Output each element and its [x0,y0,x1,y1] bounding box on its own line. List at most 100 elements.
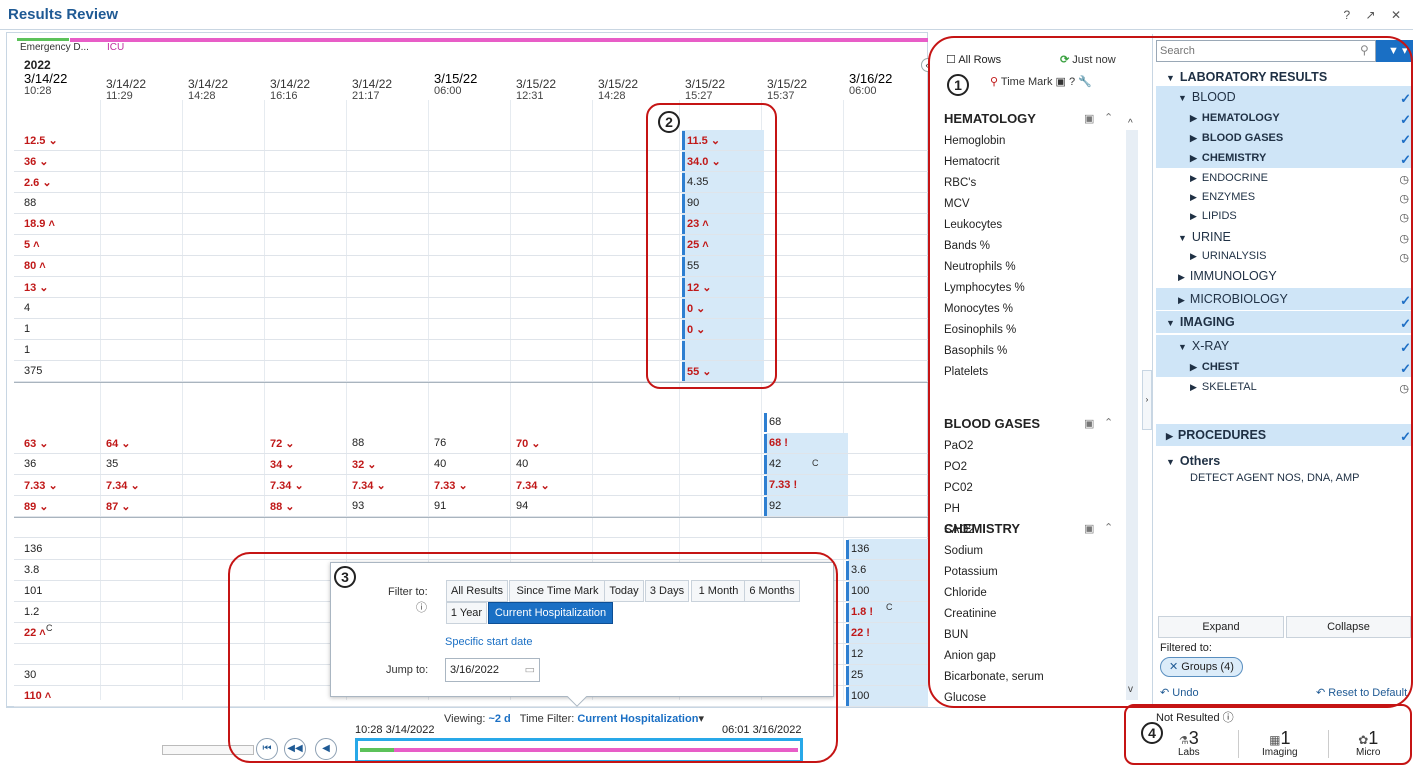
result-value[interactable]: 13 ⌄ [24,281,49,294]
result-value[interactable]: 2.6 ⌄ [24,176,52,189]
result-value[interactable]: 101 [24,585,42,597]
table-row[interactable] [14,193,928,214]
table-row[interactable] [14,130,928,151]
result-marker [846,687,849,706]
result-value[interactable]: 92 [769,500,781,512]
result-value[interactable]: 7.34 ⌄ [352,479,386,492]
table-row[interactable] [14,151,928,172]
callout-3-outline [228,552,838,763]
table-row[interactable] [14,214,928,235]
result-marker [846,666,849,685]
result-value[interactable]: 25 [851,669,863,681]
result-value[interactable]: 35 [106,458,118,470]
date-label: 3/16/22 [849,71,893,86]
result-value[interactable]: 36 ⌄ [24,155,49,168]
date-column-header[interactable]: 3/14/22 16:16 [270,78,310,102]
result-value[interactable]: 4 [24,302,30,314]
result-value[interactable]: 3.6 [851,564,866,576]
result-value[interactable]: 89 ⌄ [24,500,49,513]
date-column-header[interactable]: 3/16/22 06:00 [849,71,893,97]
table-row[interactable] [14,235,928,256]
callout-4-badge: 4 [1141,722,1163,744]
date-column-header[interactable]: 3/14/22 11:29 [106,78,146,102]
table-row[interactable] [14,517,928,538]
result-value[interactable]: 36 [24,458,36,470]
result-value[interactable]: 1 [24,344,30,356]
result-value[interactable]: 18.9 ˄ [24,218,55,230]
result-value[interactable]: 136 [851,543,869,555]
table-row[interactable] [14,340,928,361]
date-column-header[interactable]: 3/15/22 15:27 [685,78,725,102]
table-row[interactable] [14,496,928,517]
date-column-header[interactable]: 3/14/22 14:28 [188,78,228,102]
result-value[interactable]: 42 [769,458,781,470]
result-value[interactable]: 76 [434,437,446,449]
table-row[interactable] [14,361,928,382]
result-value[interactable]: 94 [516,500,528,512]
date-label: 3/14/22 [188,77,229,91]
table-row[interactable] [14,454,928,475]
result-value[interactable]: 30 [24,669,36,681]
result-value[interactable]: 100 [851,690,869,702]
date-column-header[interactable]: 3/15/22 15:37 [767,78,807,102]
table-row[interactable] [14,319,928,340]
comment-flag[interactable]: C [812,458,819,468]
result-value[interactable]: 34 ⌄ [270,458,295,471]
result-value[interactable]: 87 ⌄ [106,500,131,513]
result-value[interactable]: 7.34 ⌄ [270,479,304,492]
result-value[interactable]: 88 ⌄ [270,500,295,513]
result-value[interactable]: 1.2 [24,606,39,618]
result-value[interactable]: 40 [516,458,528,470]
result-value[interactable]: 88 [352,437,364,449]
result-value[interactable]: 7.34 ⌄ [106,479,140,492]
result-value[interactable]: 22 ! [851,627,870,639]
table-row[interactable] [14,433,928,454]
result-value[interactable]: 70 ⌄ [516,437,541,450]
result-value[interactable]: 12.5 ⌄ [24,134,58,147]
result-value[interactable]: 88 [24,197,36,209]
result-value[interactable]: 5 ˄ [24,239,40,251]
result-value[interactable]: 68 [769,416,781,428]
table-row[interactable] [14,256,928,277]
result-value[interactable]: 40 [434,458,446,470]
date-column-header[interactable]: 3/15/22 12:31 [516,78,556,102]
result-value[interactable]: 7.34 ⌄ [516,479,550,492]
result-marker [764,413,767,432]
result-value[interactable]: 64 ⌄ [106,437,131,450]
result-value[interactable]: 12 [851,648,863,660]
result-value[interactable]: 100 [851,585,869,597]
result-value[interactable]: 136 [24,543,42,555]
window-controls[interactable]: ? ↗ ✕ [1344,8,1407,22]
result-value[interactable]: 7.33 ⌄ [434,479,468,492]
result-value[interactable]: 1.8 ! [851,606,873,618]
result-value[interactable]: 63 ⌄ [24,437,49,450]
date-column-header[interactable]: 3/15/22 14:28 [598,78,638,102]
result-value[interactable]: 1 [24,323,30,335]
result-value[interactable]: 3.8 [24,564,39,576]
result-value[interactable]: 375 [24,365,42,377]
result-value[interactable]: 7.33 ⌄ [24,479,58,492]
time-label: 14:28 [188,90,216,102]
date-column-header[interactable]: 3/14/22 10:28 [24,72,67,97]
comment-flag[interactable]: C [886,602,893,612]
date-column-header[interactable]: 3/15/22 06:00 [434,71,478,97]
result-value[interactable]: 91 [434,500,446,512]
date-label: 3/15/22 [434,71,478,86]
table-row[interactable] [14,172,928,193]
result-marker [846,645,849,664]
result-value[interactable]: 110 ˄ [24,690,51,702]
result-value[interactable]: 32 ⌄ [352,458,377,471]
table-row[interactable] [14,298,928,319]
date-column-header[interactable]: 3/14/22 21:17 [352,78,392,102]
result-value[interactable]: 68 ! [769,437,788,449]
comment-flag[interactable]: C [46,623,53,633]
result-marker [764,476,767,495]
date-label: 3/15/22 [685,77,726,91]
result-value[interactable]: 93 [352,500,364,512]
result-value[interactable]: 72 ⌄ [270,437,295,450]
result-value[interactable]: 7.33 ! [769,479,797,491]
time-label: 06:00 [849,85,877,97]
result-value[interactable]: 80 ˄ [24,260,46,272]
result-value[interactable]: 22 ˄ [24,627,46,639]
table-row[interactable] [14,277,928,298]
